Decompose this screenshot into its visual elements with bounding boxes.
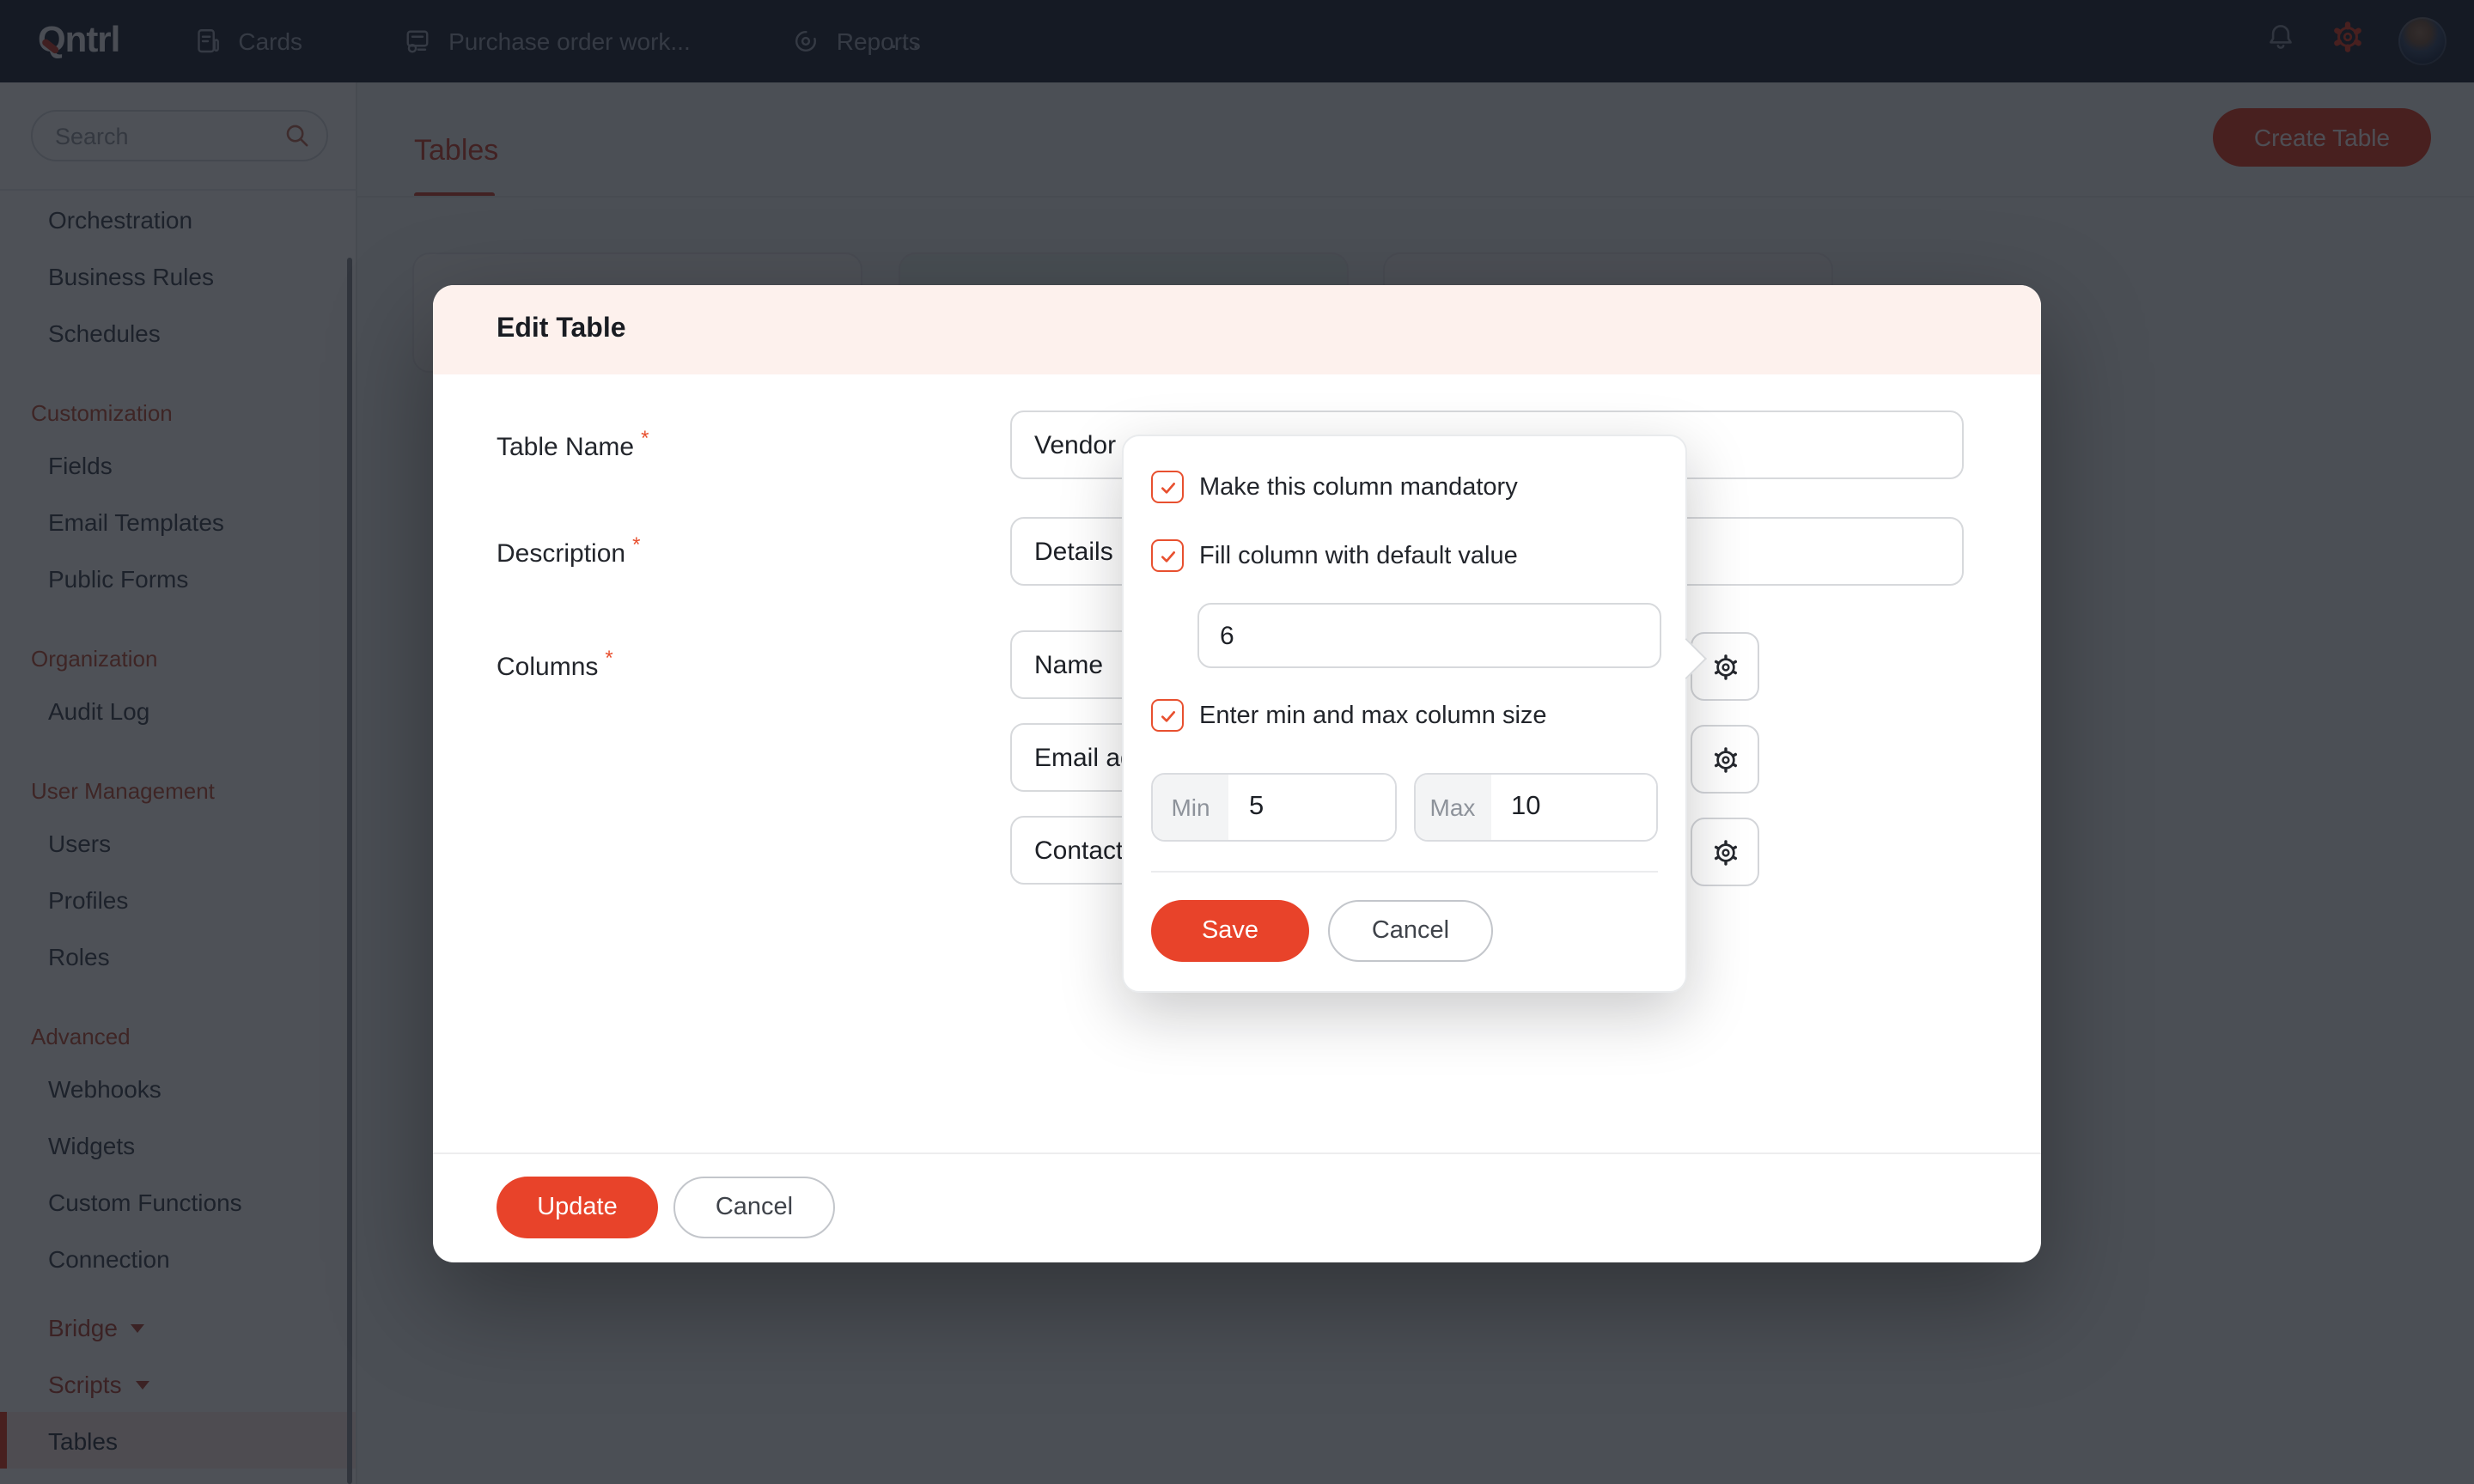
min-input[interactable]: [1228, 775, 1394, 840]
check-icon: [1157, 545, 1178, 566]
mandatory-option-label: Make this column mandatory: [1199, 473, 1518, 501]
max-input-group: Max: [1413, 773, 1658, 842]
required-asterisk: *: [632, 532, 640, 556]
column-settings-button[interactable]: [1691, 632, 1759, 701]
column-settings-popover: Make this column mandatory Fill column w…: [1122, 435, 1687, 993]
minmax-option-row: Enter min and max column size: [1151, 699, 1658, 732]
modal-title: Edit Table: [497, 314, 626, 345]
mandatory-checkbox-checked[interactable]: [1151, 471, 1184, 503]
required-asterisk: *: [641, 426, 649, 450]
max-label: Max: [1415, 775, 1490, 840]
minmax-option-label: Enter min and max column size: [1199, 702, 1547, 729]
required-asterisk: *: [605, 646, 612, 670]
default-value-option-row: Fill column with default value: [1151, 539, 1658, 572]
popover-buttons: Save Cancel: [1151, 900, 1658, 962]
minmax-inputs-row: Min Max: [1151, 773, 1658, 842]
description-label: Description*: [497, 532, 640, 569]
default-value-input[interactable]: [1197, 603, 1661, 668]
update-button[interactable]: Update: [497, 1177, 658, 1238]
column-settings-button[interactable]: [1691, 725, 1759, 794]
popover-cancel-button[interactable]: Cancel: [1328, 900, 1493, 962]
minmax-checkbox-checked[interactable]: [1151, 699, 1184, 732]
default-value-option-label: Fill column with default value: [1199, 542, 1518, 569]
max-input[interactable]: [1490, 775, 1656, 840]
columns-label: Columns*: [497, 646, 613, 682]
min-input-group: Min: [1151, 773, 1396, 842]
gear-icon: [1710, 652, 1740, 681]
save-button[interactable]: Save: [1151, 900, 1309, 962]
gear-icon: [1710, 745, 1740, 774]
modal-cancel-button[interactable]: Cancel: [673, 1177, 835, 1238]
gear-icon: [1710, 837, 1740, 867]
mandatory-option-row: Make this column mandatory: [1151, 471, 1658, 503]
check-icon: [1157, 705, 1178, 726]
app-root: Qntrl CardsPurchase order work...Reports…: [0, 0, 2474, 1484]
min-label: Min: [1153, 775, 1228, 840]
check-icon: [1157, 477, 1178, 497]
default-value-checkbox-checked[interactable]: [1151, 539, 1184, 572]
modal-footer-divider: [433, 1153, 2041, 1154]
table-name-label: Table Name*: [497, 426, 649, 462]
popover-divider: [1151, 871, 1658, 873]
column-settings-button[interactable]: [1691, 818, 1759, 886]
modal-header: Edit Table: [433, 285, 2041, 374]
